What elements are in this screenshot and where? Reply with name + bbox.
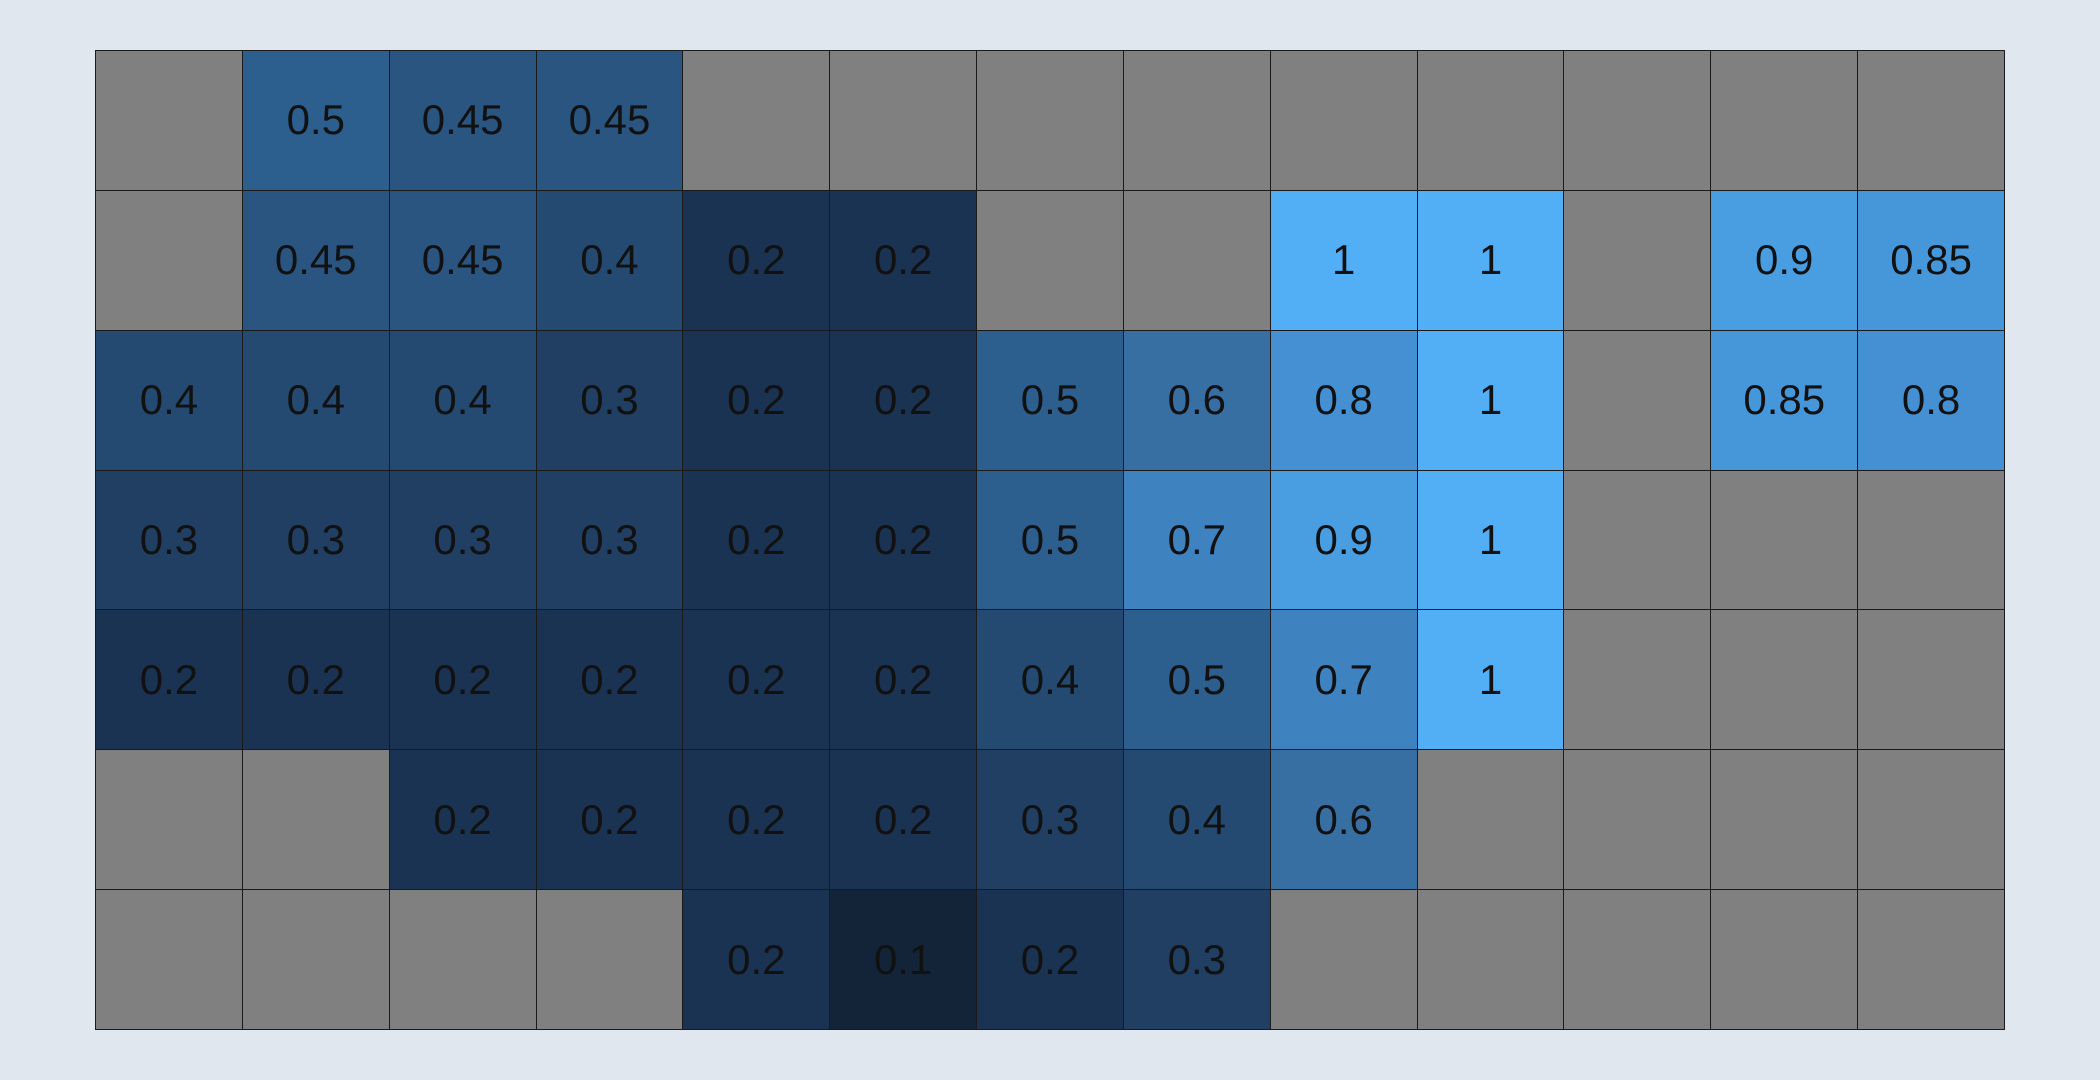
heatmap-cell: 0.4 — [977, 610, 1124, 751]
heatmap-cell-empty — [96, 51, 243, 191]
heatmap-cell-empty — [1270, 890, 1418, 1030]
heatmap-cell: 0.85 — [1858, 190, 2005, 331]
heatmap-cell: 0.45 — [389, 190, 537, 331]
heatmap-cell-empty — [1564, 330, 1712, 471]
heatmap-cell-empty — [1417, 51, 1565, 191]
heatmap-cell: 0.3 — [536, 470, 684, 611]
heatmap-cell-empty — [1270, 51, 1418, 191]
heatmap-cell: 0.2 — [830, 610, 978, 751]
heatmap-cell: 0.4 — [389, 330, 537, 471]
heatmap-cell: 0.45 — [389, 51, 537, 191]
heatmap-cell-empty — [1711, 51, 1859, 191]
heatmap-cell: 0.2 — [683, 190, 831, 331]
heatmap-cell: 1 — [1417, 190, 1565, 331]
heatmap-cell-empty — [1123, 51, 1271, 191]
heatmap-cell: 0.2 — [96, 610, 243, 751]
heatmap-cell: 0.2 — [536, 610, 684, 751]
heatmap-cell-empty — [1564, 190, 1712, 331]
heatmap-cell-empty — [977, 51, 1124, 191]
heatmap-cell: 0.2 — [830, 190, 978, 331]
heatmap-cell-empty — [1417, 890, 1565, 1030]
heatmap-cell: 0.2 — [977, 890, 1124, 1030]
heatmap-cell: 0.2 — [389, 750, 537, 891]
heatmap-cell-empty — [1564, 51, 1712, 191]
heatmap-cell: 0.2 — [683, 330, 831, 471]
heatmap-cell: 0.9 — [1711, 190, 1859, 331]
heatmap-cell: 0.7 — [1123, 470, 1271, 611]
heatmap-cell: 1 — [1417, 470, 1565, 611]
heatmap-cell-empty — [1858, 610, 2005, 751]
heatmap-cell: 0.3 — [536, 330, 684, 471]
heatmap-cell-empty — [1858, 51, 2005, 191]
heatmap-cell-empty — [1858, 890, 2005, 1030]
heatmap-cell: 1 — [1417, 330, 1565, 471]
heatmap-cell-empty — [1711, 610, 1859, 751]
heatmap-cell: 0.2 — [683, 610, 831, 751]
heatmap-cell: 0.8 — [1858, 330, 2005, 471]
heatmap-cell: 0.3 — [96, 470, 243, 611]
heatmap-cell-empty — [1564, 610, 1712, 751]
heatmap-cell-empty — [1711, 890, 1859, 1030]
heatmap-cell-empty — [1858, 470, 2005, 611]
heatmap-cell-empty — [830, 51, 978, 191]
heatmap-cell: 0.1 — [830, 890, 978, 1030]
heatmap-cell: 0.3 — [389, 470, 537, 611]
heatmap-cell-empty — [683, 51, 831, 191]
heatmap-cell: 0.3 — [242, 470, 390, 611]
heatmap-cell: 0.4 — [242, 330, 390, 471]
heatmap-cell: 0.2 — [389, 610, 537, 751]
heatmap-cell: 0.5 — [977, 330, 1124, 471]
heatmap-cell: 0.2 — [683, 750, 831, 891]
heatmap-cell: 0.5 — [977, 470, 1124, 611]
heatmap-cell-empty — [1564, 750, 1712, 891]
heatmap-cell: 0.85 — [1711, 330, 1859, 471]
heatmap-cell-empty — [1858, 750, 2005, 891]
heatmap-cell-empty — [977, 190, 1124, 331]
heatmap-cell: 0.9 — [1270, 470, 1418, 611]
heatmap-cell-empty — [1564, 470, 1712, 611]
heatmap-cell: 0.2 — [683, 890, 831, 1030]
heatmap-cell: 0.5 — [242, 51, 390, 191]
heatmap-cell: 0.2 — [536, 750, 684, 891]
heatmap-cell: 0.8 — [1270, 330, 1418, 471]
heatmap-cell-empty — [242, 890, 390, 1030]
heatmap-cell: 0.3 — [977, 750, 1124, 891]
heatmap-grid: 0.5 0.45 0.45 0.45 0.45 0.4 0.2 0.2 1 1 0.9 0.85 0.4… — [95, 50, 2005, 1030]
heatmap-cell: 0.4 — [536, 190, 684, 331]
heatmap-cell: 0.6 — [1270, 750, 1418, 891]
heatmap-cell-empty — [1711, 750, 1859, 891]
heatmap-cell: 0.2 — [830, 470, 978, 611]
heatmap-cell: 1 — [1417, 610, 1565, 751]
heatmap-cell: 0.4 — [96, 330, 243, 471]
heatmap-cell: 0.5 — [1123, 610, 1271, 751]
heatmap-cell-empty — [242, 750, 390, 891]
heatmap-cell: 0.6 — [1123, 330, 1271, 471]
heatmap-cell: 0.2 — [830, 330, 978, 471]
heatmap-cell-empty — [1711, 470, 1859, 611]
heatmap-cell-empty — [96, 750, 243, 891]
heatmap-cell-empty — [389, 890, 537, 1030]
heatmap-cell: 0.2 — [683, 470, 831, 611]
heatmap-cell: 0.7 — [1270, 610, 1418, 751]
heatmap-cell: 1 — [1270, 190, 1418, 331]
heatmap-cell: 0.2 — [830, 750, 978, 891]
heatmap-cell-empty — [96, 890, 243, 1030]
heatmap-cell: 0.45 — [536, 51, 684, 191]
heatmap-cell: 0.2 — [242, 610, 390, 751]
heatmap-cell-empty — [1564, 890, 1712, 1030]
heatmap-cell: 0.45 — [242, 190, 390, 331]
heatmap-cell-empty — [96, 190, 243, 331]
heatmap-cell-empty — [536, 890, 684, 1030]
heatmap-cell: 0.3 — [1123, 890, 1271, 1030]
heatmap-cell-empty — [1123, 190, 1271, 331]
heatmap-cell-empty — [1417, 750, 1565, 891]
heatmap-cell: 0.4 — [1123, 750, 1271, 891]
